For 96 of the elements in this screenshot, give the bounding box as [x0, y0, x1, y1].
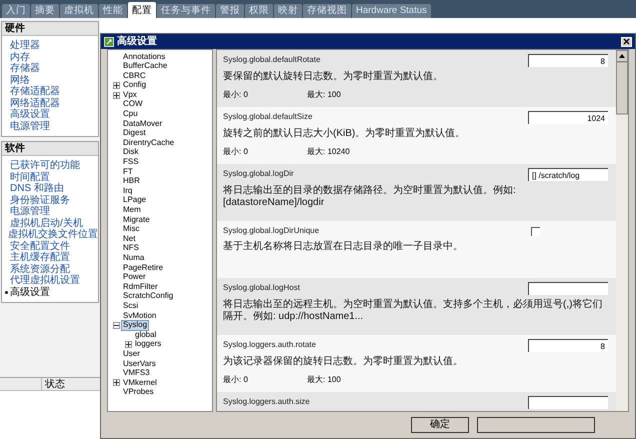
- tree-item[interactable]: Power: [122, 273, 147, 282]
- tree-item[interactable]: Vpx: [122, 90, 138, 100]
- tree-item[interactable]: NFS: [122, 244, 140, 253]
- sidebar-item[interactable]: 网络适配器: [10, 98, 60, 109]
- max-label: 最大: 100: [307, 374, 341, 386]
- tree-item[interactable]: Net: [122, 234, 136, 244]
- sidebar-item[interactable]: 虚拟机启动/关机: [10, 218, 83, 229]
- sidebar-item[interactable]: 主机缓存配置: [10, 252, 70, 264]
- sidebar-item[interactable]: 已获许可的功能: [10, 160, 80, 172]
- section-header: 硬件: [2, 22, 98, 36]
- dialog-button[interactable]: [477, 417, 595, 433]
- setting-name: Syslog.global.logDirUnique: [223, 225, 320, 237]
- tree-item[interactable]: User: [122, 350, 141, 358]
- tree-item[interactable]: CBRC: [122, 72, 147, 80]
- tree-item[interactable]: VMkernel: [122, 378, 158, 388]
- sidebar-item[interactable]: 系统资源分配: [10, 264, 70, 275]
- tree-item[interactable]: Mem: [122, 206, 142, 215]
- setting-name: Syslog.global.defaultSize: [223, 111, 312, 123]
- sidebar-item[interactable]: 内存: [10, 52, 30, 63]
- expand-icon[interactable]: [112, 379, 120, 386]
- min-label: 最小: 0: [223, 374, 249, 386]
- sidebar-item[interactable]: 存储器: [10, 63, 40, 74]
- tree-item[interactable]: SvMotion: [122, 312, 158, 320]
- checkbox[interactable]: [531, 227, 540, 236]
- sidebar-item[interactable]: 高级设置: [10, 286, 50, 298]
- sidebar-item[interactable]: 身份验证服务: [10, 194, 70, 206]
- tree-item[interactable]: Digest: [122, 129, 147, 138]
- setting-description: 要保留的默认旋转日志数。为零时重置为默认值。: [223, 71, 444, 83]
- value-field[interactable]: [528, 396, 608, 409]
- tree-item[interactable]: Migrate: [122, 216, 151, 224]
- tree-item[interactable]: PageRetire: [122, 264, 164, 272]
- tree-item[interactable]: RdmFilter: [122, 282, 159, 292]
- tree-item[interactable]: Cpu: [122, 110, 139, 119]
- tree-item[interactable]: DirentryCache: [122, 138, 176, 148]
- tree-item[interactable]: Scsi: [122, 302, 140, 311]
- expand-icon[interactable]: [124, 341, 132, 348]
- setting-name: Syslog.global.logHost: [223, 282, 300, 294]
- min-label: 最小: 0: [223, 146, 249, 158]
- tree-item[interactable]: Numa: [122, 254, 146, 263]
- tree-item[interactable]: COW: [122, 100, 144, 110]
- sidebar-item[interactable]: 网络: [10, 74, 30, 86]
- tree-item[interactable]: BufferCache: [122, 62, 168, 71]
- tree-item[interactable]: ScratchConfig: [122, 292, 174, 301]
- tree-item[interactable]: UserVars: [122, 360, 157, 368]
- max-label: 最大: 100: [307, 89, 341, 101]
- expand-icon[interactable]: [112, 82, 120, 90]
- tree-item[interactable]: Config: [122, 81, 148, 90]
- sidebar-item[interactable]: 虚拟机交换文件位置: [8, 229, 98, 240]
- max-label: 最大: 10240: [307, 146, 350, 158]
- sidebar-item[interactable]: 处理器: [10, 40, 40, 52]
- tab[interactable]: 配置: [128, 2, 156, 18]
- tree-item[interactable]: Misc: [122, 225, 140, 234]
- tree-item[interactable]: FSS: [122, 158, 140, 167]
- close-button[interactable]: [621, 36, 632, 46]
- tree-item[interactable]: loggers: [134, 340, 162, 349]
- setting-description: 为该记录器保留的旋转日志数。为零时重置为默认值。: [223, 356, 464, 368]
- sidebar-item[interactable]: 高级设置: [10, 109, 50, 120]
- tree-item[interactable]: Annotations: [122, 52, 166, 62]
- sidebar-item[interactable]: 代理虚拟机设置: [10, 275, 80, 286]
- setting-description: 将日志输出至的远程主机。为空时重置为默认值。支持多个主机，必须用逗号(,)将它们隔开。例如: udp://hostName1...: [223, 299, 604, 323]
- sidebar-item[interactable]: 电源管理: [10, 206, 50, 218]
- tree-item[interactable]: VMFS3: [122, 369, 151, 378]
- sidebar-item[interactable]: 时间配置: [10, 172, 50, 183]
- setting-name: Syslog.loggers.auth.rotate: [223, 339, 316, 351]
- value-field[interactable]: [] /scratch/log: [528, 168, 608, 181]
- window-title: 高级设置: [117, 36, 157, 46]
- tree-item[interactable]: VProbes: [122, 388, 155, 397]
- tree-item[interactable]: global: [134, 330, 158, 340]
- tree-item[interactable]: DataMover: [122, 120, 164, 128]
- section-header: 软件: [2, 142, 98, 156]
- tree-item[interactable]: LPage: [122, 196, 148, 205]
- tree-item[interactable]: Disk: [122, 148, 140, 158]
- tree-item[interactable]: Syslog: [122, 321, 148, 330]
- collapse-icon[interactable]: [112, 322, 120, 329]
- sidebar-item[interactable]: 安全配置文件: [10, 240, 70, 252]
- tree-item[interactable]: HBR: [122, 177, 141, 186]
- dialog-button[interactable]: 确定: [411, 417, 469, 433]
- setting-description: 将日志输出至的目录的数据存储路径。为空时重置为默认值。例如: [datastoreName]/logdir: [223, 185, 517, 209]
- sidebar-item[interactable]: 电源管理: [10, 120, 50, 132]
- setting-name: Syslog.global.logDir: [223, 168, 294, 180]
- setting-description: 旋转之前的默认日志大小(KiB)。为零时重置为默认值。: [223, 128, 466, 140]
- settings-window-icon: [104, 36, 114, 46]
- value-field[interactable]: 1024: [528, 111, 608, 124]
- expand-icon[interactable]: [112, 92, 120, 99]
- setting-name: Syslog.global.defaultRotate: [223, 54, 320, 66]
- value-field[interactable]: [528, 282, 608, 295]
- value-field[interactable]: 8: [528, 54, 608, 67]
- sidebar-item[interactable]: 存储适配器: [10, 86, 60, 98]
- min-label: 最小: 0: [223, 89, 249, 101]
- setting-name: Syslog.loggers.auth.size: [223, 396, 310, 408]
- tree-item[interactable]: Irq: [122, 186, 134, 196]
- value-field[interactable]: 8: [528, 339, 608, 352]
- bullet-icon: [4, 290, 8, 294]
- tree-item[interactable]: FT: [122, 168, 134, 176]
- setting-description: 基于主机名称将日志放置在日志目录的唯一子目录中。: [223, 241, 464, 253]
- sidebar-item[interactable]: DNS 和路由: [10, 183, 64, 194]
